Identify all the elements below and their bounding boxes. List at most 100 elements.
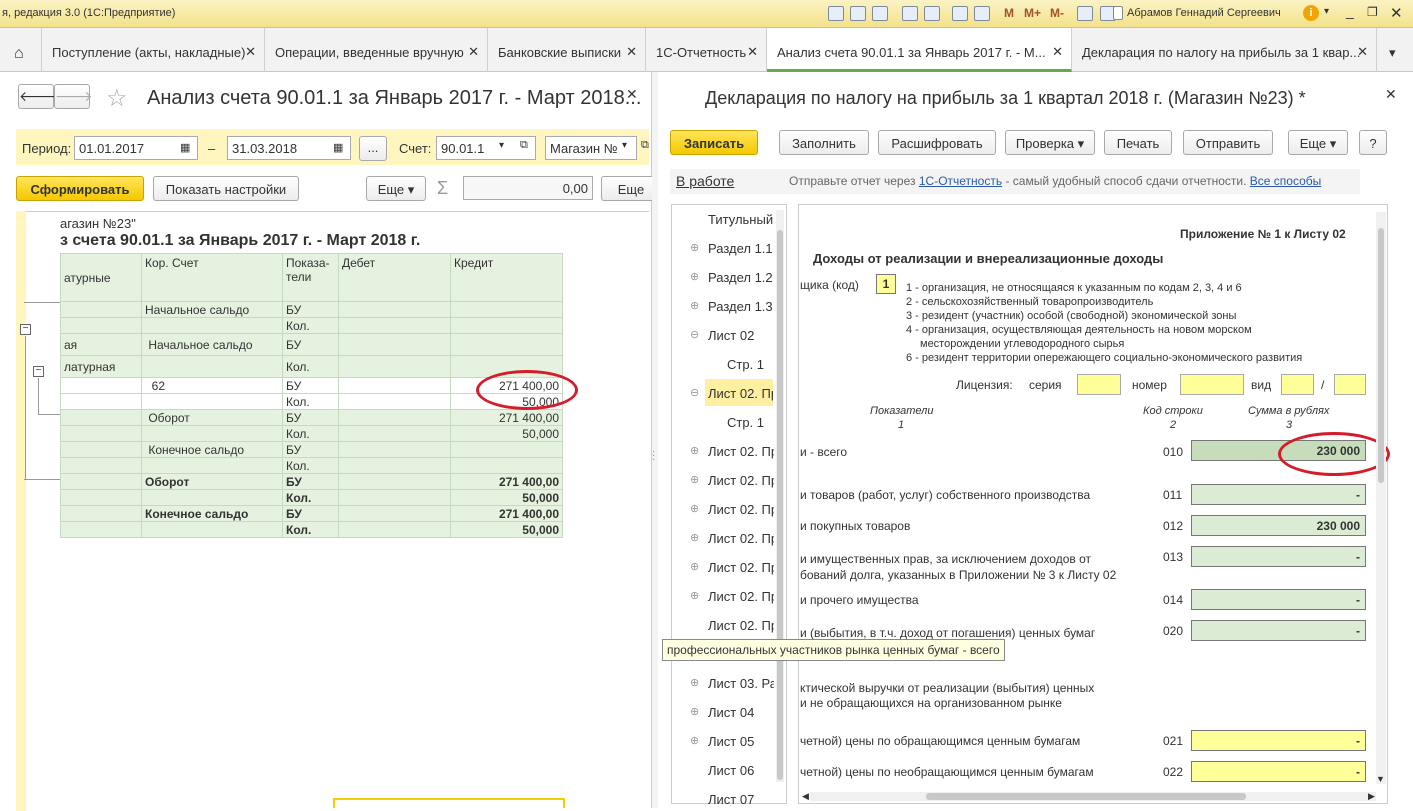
splitter-grip-icon[interactable]: · · ·: [652, 447, 655, 465]
table-row[interactable]: Кол.: [60, 317, 563, 334]
tree-item[interactable]: Лист 02. Пр: [708, 560, 774, 575]
close-icon[interactable]: ✕: [1385, 86, 1397, 103]
expand-icon[interactable]: ⊕: [690, 560, 699, 573]
more-button[interactable]: Еще ▾: [1288, 130, 1348, 155]
tree-item[interactable]: Лист 02: [708, 328, 812, 343]
collapse-icon[interactable]: −: [20, 324, 31, 335]
table-row[interactable]: Начальное сальдо БУ: [60, 301, 563, 318]
close-icon[interactable]: ✕: [245, 44, 256, 60]
back-button[interactable]: 🡐: [18, 84, 57, 109]
scroll-left-icon[interactable]: ◀: [802, 791, 809, 802]
close-icon[interactable]: ✕: [468, 44, 479, 60]
tree-item[interactable]: Раздел 1.1: [708, 241, 812, 256]
total-row[interactable]: Кол. 50,000: [60, 521, 563, 538]
tree-scrollbar[interactable]: [776, 210, 784, 782]
form-scrollbar-thumb[interactable]: [1378, 228, 1384, 483]
line-021-input[interactable]: -: [1191, 730, 1366, 751]
generate-button[interactable]: Сформировать: [16, 176, 144, 201]
collapse-icon[interactable]: −: [33, 366, 44, 377]
expand-icon[interactable]: ⊕: [690, 734, 699, 747]
tree-item[interactable]: Лист 02. Пр: [708, 531, 774, 546]
tree-item[interactable]: Лист 02. Пр: [708, 618, 774, 633]
help-button[interactable]: ?: [1359, 130, 1387, 155]
upload-icon[interactable]: [902, 6, 918, 21]
memory-m-button[interactable]: M: [1004, 6, 1014, 20]
calendar-icon[interactable]: [974, 6, 990, 21]
total-row[interactable]: Кол. 50,000: [60, 489, 563, 506]
close-icon[interactable]: ✕: [1390, 4, 1403, 22]
fill-button[interactable]: Заполнить: [779, 130, 869, 155]
open-icon[interactable]: ⧉: [641, 139, 649, 152]
open-icon[interactable]: ⧉: [520, 139, 528, 152]
expand-icon[interactable]: ⊕: [690, 502, 699, 515]
tabs-menu-icon[interactable]: ▾: [1377, 28, 1413, 72]
home-icon[interactable]: ⌂: [0, 28, 42, 72]
send-button[interactable]: Отправить: [1183, 130, 1273, 155]
expand-icon[interactable]: ⊕: [690, 705, 699, 718]
tab-1c-reporting[interactable]: 1С-Отчетность ✕: [646, 28, 767, 72]
tree-item-title[interactable]: Титульный: [708, 212, 812, 227]
close-icon[interactable]: ✕: [1052, 44, 1063, 60]
calendar-icon[interactable]: ▦: [333, 141, 343, 154]
tab-tax-declaration[interactable]: Декларация по налогу на прибыль за 1 ква…: [1072, 28, 1377, 72]
expand-icon[interactable]: ⊕: [690, 444, 699, 457]
tab-bank-statements[interactable]: Банковские выписки ✕: [488, 28, 646, 72]
table-row[interactable]: латурная Кол.: [60, 355, 563, 378]
more-button[interactable]: Еще ▾: [366, 176, 426, 201]
show-settings-button[interactable]: Показать настройки: [153, 176, 299, 201]
collapse-icon[interactable]: ⊖: [690, 328, 699, 341]
chevron-down-icon[interactable]: ▾: [622, 140, 627, 151]
tree-item[interactable]: Стр. 1: [727, 415, 777, 430]
expand-icon[interactable]: ⊕: [690, 531, 699, 544]
period-select-button[interactable]: ...: [359, 136, 387, 161]
tab-manual-operations[interactable]: Операции, введенные вручную ✕: [265, 28, 488, 72]
save-icon[interactable]: [828, 6, 844, 21]
payer-code-input[interactable]: 1: [876, 274, 896, 294]
license-kind2-input[interactable]: [1334, 374, 1366, 395]
total-row[interactable]: Оборот БУ 271 400,00: [60, 473, 563, 490]
tab-account-analysis[interactable]: Анализ счета 90.01.1 за Январь 2017 г. -…: [767, 28, 1072, 72]
chevron-down-icon[interactable]: ▾: [499, 140, 504, 151]
tree-item[interactable]: Раздел 1.3: [708, 299, 812, 314]
expand-icon[interactable]: ⊕: [690, 270, 699, 283]
close-icon[interactable]: ✕: [747, 44, 758, 60]
tree-item[interactable]: Лист 04: [708, 705, 812, 720]
expand-icon[interactable]: ⊕: [690, 299, 699, 312]
all-ways-link[interactable]: Все способы: [1250, 174, 1322, 188]
tree-item[interactable]: Лист 03. Ра: [708, 676, 774, 691]
table-row[interactable]: Оборот БУ 271 400,00: [60, 409, 563, 426]
form-horizontal-scrollbar[interactable]: [810, 792, 1376, 801]
memory-plus-button[interactable]: M+: [1024, 6, 1041, 20]
calendar-icon[interactable]: ▦: [180, 141, 190, 154]
close-icon[interactable]: ✕: [1357, 44, 1368, 60]
reporting-link[interactable]: 1С-Отчетность: [919, 174, 1002, 188]
memory-minus-button[interactable]: M-: [1050, 6, 1064, 20]
expand-icon[interactable]: ⊕: [690, 589, 699, 602]
license-series-input[interactable]: [1077, 374, 1121, 395]
table-row[interactable]: Конечное сальдо БУ: [60, 441, 563, 458]
form-hscrollbar-thumb[interactable]: [926, 793, 1246, 800]
line-022-input[interactable]: -: [1191, 761, 1366, 782]
license-kind-input[interactable]: [1281, 374, 1314, 395]
tree-item[interactable]: Лист 07: [708, 792, 812, 807]
total-row[interactable]: Конечное сальдо БУ 271 400,00: [60, 505, 563, 522]
print-icon[interactable]: [850, 6, 866, 21]
print-button[interactable]: Печать: [1104, 130, 1172, 155]
expand-icon[interactable]: ⊕: [690, 676, 699, 689]
table-row[interactable]: Кол.: [60, 457, 563, 474]
form-vertical-scrollbar[interactable]: [1376, 212, 1386, 784]
expand-icon[interactable]: ⊕: [690, 473, 699, 486]
restore-icon[interactable]: ❐: [1367, 5, 1378, 19]
save-button[interactable]: Записать: [670, 130, 758, 155]
scroll-down-icon[interactable]: ▼: [1376, 774, 1385, 784]
status-link[interactable]: В работе: [676, 173, 734, 189]
preview-icon[interactable]: [872, 6, 888, 21]
user-name[interactable]: Абрамов Геннадий Сергеевич: [1127, 7, 1281, 19]
line-012-input[interactable]: 230 000: [1191, 515, 1366, 536]
close-icon[interactable]: ✕: [626, 44, 637, 60]
favorite-star-icon[interactable]: ☆: [106, 84, 128, 113]
line-011-input[interactable]: -: [1191, 484, 1366, 505]
license-number-input[interactable]: [1180, 374, 1244, 395]
tree-item[interactable]: Лист 02. Пр: [708, 502, 774, 517]
chevron-down-icon[interactable]: ▾: [1324, 6, 1329, 17]
